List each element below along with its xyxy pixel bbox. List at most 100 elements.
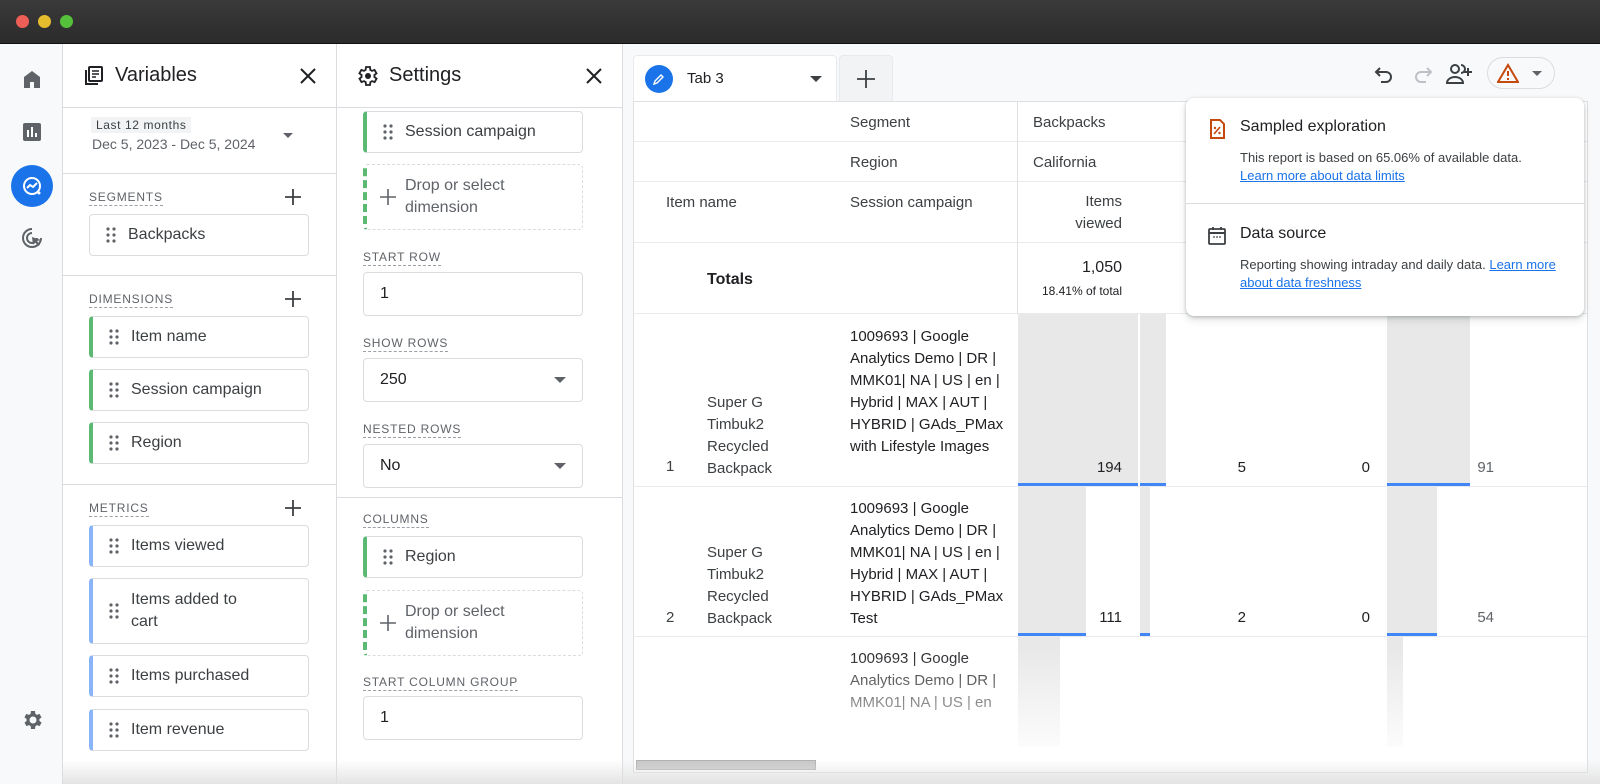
dimensions-section: DIMENSIONS Item name Session campaign Re…: [63, 276, 336, 485]
drop-dimension-label: Drop or select dimension: [405, 177, 505, 216]
settings-panel: Settings Session campaign Drop or select…: [337, 44, 623, 784]
start-row-input[interactable]: 1: [363, 272, 583, 316]
drag-handle-icon[interactable]: [109, 722, 119, 738]
segment-header-label: Segment: [850, 114, 911, 131]
drag-handle-icon[interactable]: [109, 329, 119, 345]
sampled-exploration-section: Sampled exploration This report is based…: [1186, 98, 1584, 204]
undo-button[interactable]: [1370, 60, 1398, 88]
start-column-group-value: 1: [380, 709, 389, 726]
add-metric-icon[interactable]: [282, 497, 304, 519]
close-window-button[interactable]: [16, 15, 29, 28]
drag-handle-icon[interactable]: [109, 435, 119, 451]
drag-handle-icon[interactable]: [383, 124, 393, 140]
share-button[interactable]: [1445, 60, 1473, 88]
nested-rows-label: NESTED ROWS: [363, 422, 462, 438]
drag-handle-icon[interactable]: [109, 668, 119, 684]
learn-more-data-limits-link[interactable]: Learn more about data limits: [1240, 168, 1405, 183]
nav-admin[interactable]: [11, 699, 53, 741]
column-drop-dimension[interactable]: Drop or select dimension: [363, 590, 583, 656]
dimension-chip-label: Session campaign: [131, 381, 262, 398]
metric-chip-items-purchased[interactable]: Items purchased: [89, 655, 309, 697]
horizontal-scrollbar[interactable]: [636, 760, 816, 770]
metrics-label: METRICS: [89, 501, 149, 517]
columns-settings-section: COLUMNS Region Drop or select dimension …: [337, 498, 622, 778]
sampled-percent-icon: [1210, 119, 1225, 139]
target-cursor-icon: [22, 228, 42, 248]
nested-rows-select[interactable]: No: [363, 444, 583, 488]
column-header-items-viewed[interactable]: Items viewed: [1042, 191, 1122, 235]
drag-handle-icon[interactable]: [109, 603, 119, 619]
data-source-body-text: Reporting showing intraday and daily dat…: [1240, 257, 1486, 272]
column-header-item-name[interactable]: Item name: [666, 194, 737, 211]
row-items-added-to-cart: 5: [1237, 459, 1246, 476]
date-range-picker[interactable]: Last 12 months Dec 5, 2023 - Dec 5, 2024: [63, 108, 336, 174]
segments-label: SEGMENTS: [89, 190, 163, 206]
nav-reports[interactable]: [11, 111, 53, 153]
add-tab-button[interactable]: [839, 55, 893, 101]
column-chip-region[interactable]: Region: [363, 536, 583, 578]
row-item-name: Super G Timbuk2 Recycled Backpack: [707, 544, 773, 627]
row-items-purchased: 0: [1361, 459, 1370, 476]
dimensions-label: DIMENSIONS: [89, 292, 174, 308]
bar-items-viewed-1: [1018, 314, 1138, 483]
tab-3[interactable]: Tab 3: [633, 55, 837, 101]
calendar-icon: [1208, 227, 1226, 245]
drag-handle-icon[interactable]: [109, 538, 119, 554]
drag-handle-icon[interactable]: [106, 227, 116, 243]
row-items-viewed: 194: [1096, 459, 1122, 476]
dimension-chip-region[interactable]: Region: [89, 422, 309, 464]
nav-advertising[interactable]: [11, 217, 53, 259]
close-variables-icon[interactable]: [296, 64, 320, 88]
nav-home[interactable]: [11, 58, 53, 100]
columns-label: COLUMNS: [363, 512, 429, 528]
variables-icon: [85, 65, 103, 85]
bar-items-added-1: [1140, 314, 1166, 483]
undo-icon: [1374, 67, 1392, 83]
metric-chip-items-added-to-cart[interactable]: Items added to cart: [89, 578, 309, 644]
warning-menu-button[interactable]: [1487, 57, 1555, 89]
row-items-purchased: 0: [1361, 609, 1370, 626]
row-chip-session-campaign[interactable]: Session campaign: [363, 111, 583, 153]
dimension-chip-session-campaign[interactable]: Session campaign: [89, 369, 309, 411]
metric-chip-item-revenue[interactable]: Item revenue: [89, 709, 309, 751]
close-settings-icon[interactable]: [582, 64, 606, 88]
chevron-down-icon: [1532, 71, 1542, 76]
bar-item-revenue-2: [1387, 487, 1437, 633]
bar-line-items-viewed-1: [1018, 483, 1138, 486]
row-session-campaign: 1009693 | Google Analytics Demo | DR | M…: [850, 328, 1004, 455]
segment-chip-backpacks[interactable]: Backpacks: [89, 214, 309, 256]
warning-icon: [1497, 63, 1519, 83]
bar-item-revenue-1: [1387, 314, 1470, 483]
row-chip-label: Session campaign: [405, 123, 536, 140]
sampled-body-text: This report is based on 65.06% of availa…: [1240, 150, 1522, 165]
chevron-down-icon[interactable]: [283, 133, 293, 138]
start-column-group-input[interactable]: 1: [363, 696, 583, 740]
row-session-campaign: 1009693 | Google Analytics Demo | DR | M…: [850, 500, 1004, 627]
data-source-title: Data source: [1240, 225, 1327, 242]
data-source-section: Data source Reporting showing intraday a…: [1186, 204, 1584, 316]
minimize-window-button[interactable]: [38, 15, 51, 28]
add-dimension-icon[interactable]: [282, 288, 304, 310]
show-rows-select[interactable]: 250: [363, 358, 583, 402]
edit-pencil-icon[interactable]: [645, 64, 673, 93]
drag-handle-icon[interactable]: [109, 382, 119, 398]
segments-section: SEGMENTS Backpacks: [63, 174, 336, 276]
dimension-chip-item-name[interactable]: Item name: [89, 316, 309, 358]
window-titlebar: [0, 0, 1600, 44]
add-segment-icon[interactable]: [282, 186, 304, 208]
bar-chart-icon: [23, 123, 41, 141]
row-drop-dimension[interactable]: Drop or select dimension: [363, 164, 583, 230]
bar-line-items-added-2: [1140, 633, 1150, 636]
plus-icon: [857, 69, 875, 88]
metric-chip-items-viewed[interactable]: Items viewed: [89, 525, 309, 567]
drop-dimension-label: Drop or select dimension: [405, 603, 505, 642]
chevron-down-icon[interactable]: [810, 76, 822, 82]
column-header-session-campaign[interactable]: Session campaign: [850, 194, 973, 211]
redo-icon: [1415, 67, 1433, 83]
drag-handle-icon[interactable]: [383, 549, 393, 565]
plus-icon: [380, 189, 396, 205]
redo-button[interactable]: [1409, 60, 1437, 88]
nav-explore[interactable]: [11, 165, 53, 207]
dimension-chip-label: Item name: [131, 328, 207, 345]
maximize-window-button[interactable]: [60, 15, 73, 28]
